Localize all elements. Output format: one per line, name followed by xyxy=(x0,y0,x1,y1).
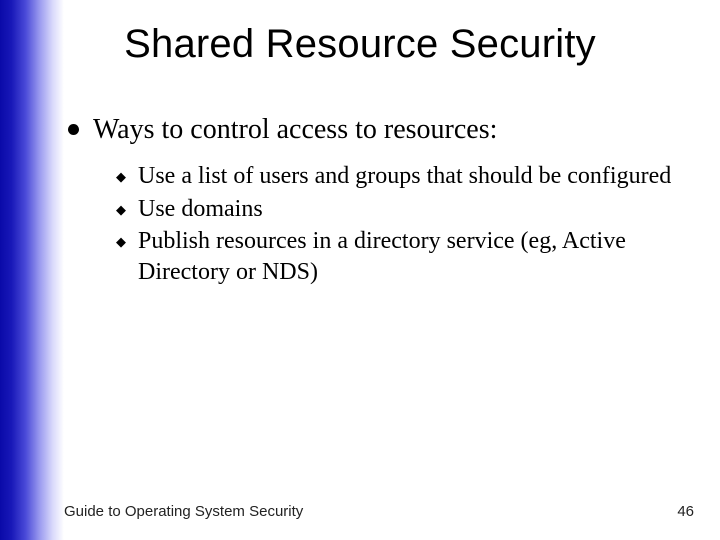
diamond-bullet-icon: ◆ xyxy=(116,202,126,219)
bullet-level2: ◆ Use a list of users and groups that sh… xyxy=(116,161,688,192)
slide-content: Ways to control access to resources: ◆ U… xyxy=(68,112,688,290)
bullet-level2: ◆ Use domains xyxy=(116,194,688,225)
bullet-level2: ◆ Publish resources in a directory servi… xyxy=(116,226,688,287)
slide: Shared Resource Security Ways to control… xyxy=(0,0,720,540)
footer-page-number: 46 xyxy=(677,503,694,520)
sub-point-text: Publish resources in a directory service… xyxy=(138,226,688,287)
sub-point-text: Use domains xyxy=(138,194,263,225)
diamond-bullet-icon: ◆ xyxy=(116,234,126,251)
main-point-text: Ways to control access to resources: xyxy=(93,112,497,147)
footer-source: Guide to Operating System Security xyxy=(64,503,303,520)
slide-title: Shared Resource Security xyxy=(0,22,720,67)
bullet-level1: Ways to control access to resources: xyxy=(68,112,688,147)
sub-point-text: Use a list of users and groups that shou… xyxy=(138,161,671,192)
diamond-bullet-icon: ◆ xyxy=(116,169,126,186)
sub-bullet-list: ◆ Use a list of users and groups that sh… xyxy=(68,161,688,288)
circle-bullet-icon xyxy=(68,124,79,135)
